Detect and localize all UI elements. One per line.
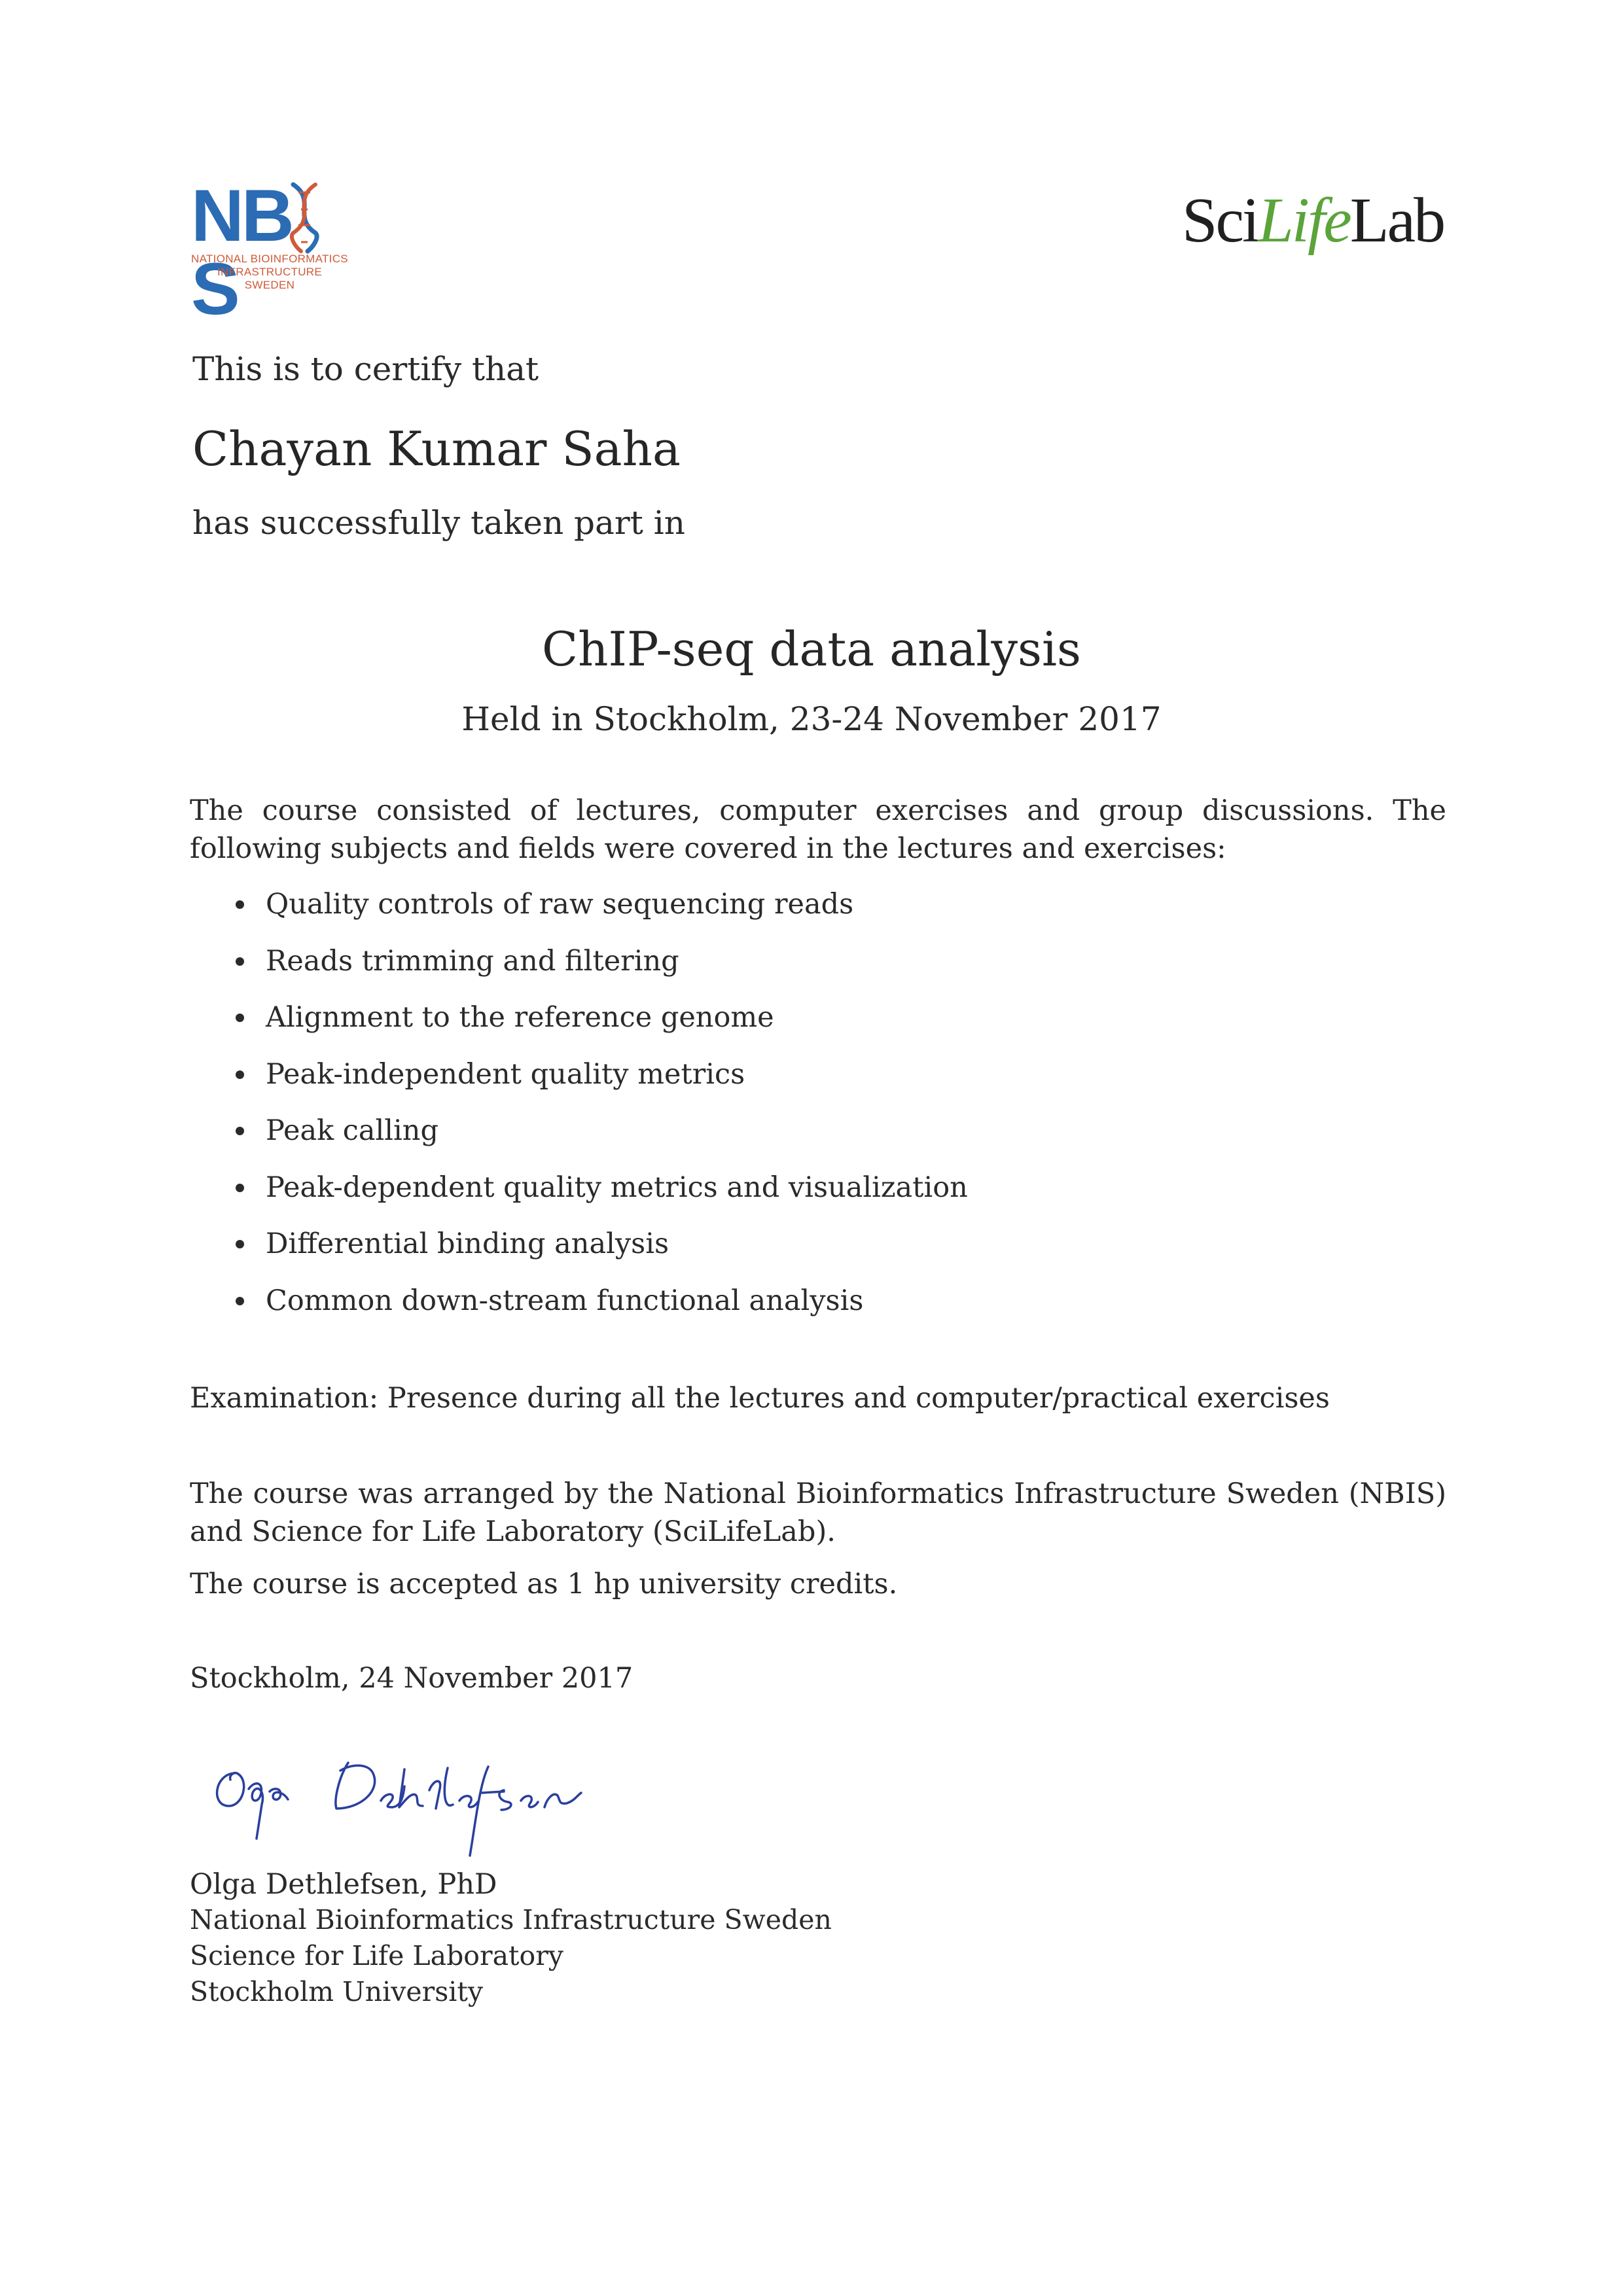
bullet-icon (236, 900, 244, 909)
dna-helix-icon (289, 182, 319, 254)
topic-item: Quality controls of raw sequencing reads (236, 885, 1414, 942)
nbis-wordmark-prefix: NB (191, 175, 294, 256)
bullet-icon (236, 1183, 244, 1192)
topic-label: Peak calling (266, 1114, 439, 1147)
recipient-name: Chayan Kumar Saha (192, 421, 681, 476)
topic-label: Quality controls of raw sequencing reads (266, 888, 854, 921)
course-location: Held in Stockholm, 23-24 November 2017 (461, 700, 1162, 738)
nbis-subtitle-line-2: INFRASTRUCTURE SWEDEN (217, 266, 323, 291)
arrangement-text: The course was arranged by the National … (190, 1477, 1446, 1548)
scilifelab-logo: SciLifeLab (1182, 185, 1446, 283)
bullet-icon (236, 1127, 244, 1135)
scilifelab-part-life: Life (1258, 185, 1351, 256)
course-description: The course consisted of lectures, comput… (190, 794, 1446, 865)
signer-affiliation: Stockholm University (190, 1976, 484, 2007)
scilifelab-part-sci: Sci (1182, 185, 1260, 256)
topic-item: Peak-dependent quality metrics and visua… (236, 1168, 1414, 1225)
topic-label: Differential binding analysis (266, 1227, 669, 1260)
topic-item: Peak-independent quality metrics (236, 1055, 1414, 1112)
topic-item: Peak calling (236, 1111, 1414, 1168)
signer-affiliation: National Bioinformatics Infrastructure S… (190, 1904, 832, 1935)
examination-text: Examination: Presence during all the lec… (190, 1382, 1330, 1415)
scilifelab-wordmark: SciLifeLab (1182, 185, 1446, 256)
signer-affiliation: Science for Life Laboratory (190, 1940, 563, 1971)
scilifelab-part-lab: Lab (1349, 185, 1446, 256)
signature-image (215, 1761, 582, 1857)
topic-item: Reads trimming and filtering (236, 942, 1414, 998)
nbis-logo: NBS NATIONAL BIOINFORMATICS INFRASTRUCTU… (191, 179, 361, 326)
topic-item: Alignment to the reference genome (236, 998, 1414, 1055)
participation-text: has successfully taken part in (192, 504, 685, 542)
signer-name: Olga Dethlefsen, PhD (190, 1868, 497, 1901)
certify-intro: This is to certify that (192, 350, 539, 388)
bullet-icon (236, 1070, 244, 1079)
bullet-icon (236, 1014, 244, 1022)
bullet-icon (236, 1296, 244, 1305)
topic-item: Differential binding analysis (236, 1224, 1414, 1281)
topic-label: Alignment to the reference genome (266, 1001, 774, 1034)
bullet-icon (236, 1240, 244, 1248)
nbis-subtitle: NATIONAL BIOINFORMATICS INFRASTRUCTURE S… (191, 253, 348, 292)
topic-label: Reads trimming and filtering (266, 944, 679, 978)
place-date: Stockholm, 24 November 2017 (190, 1662, 633, 1695)
topic-label: Peak-independent quality metrics (266, 1057, 745, 1091)
bullet-icon (236, 957, 244, 966)
credits-text: The course is accepted as 1 hp universit… (190, 1568, 898, 1600)
nbis-subtitle-line-1: NATIONAL BIOINFORMATICS (191, 253, 348, 265)
topic-list: Quality controls of raw sequencing reads… (236, 885, 1414, 1337)
topic-item: Common down-stream functional analysis (236, 1281, 1414, 1338)
topic-label: Common down-stream functional analysis (266, 1284, 864, 1317)
course-title: ChIP-seq data analysis (542, 622, 1081, 677)
topic-label: Peak-dependent quality metrics and visua… (266, 1171, 968, 1204)
